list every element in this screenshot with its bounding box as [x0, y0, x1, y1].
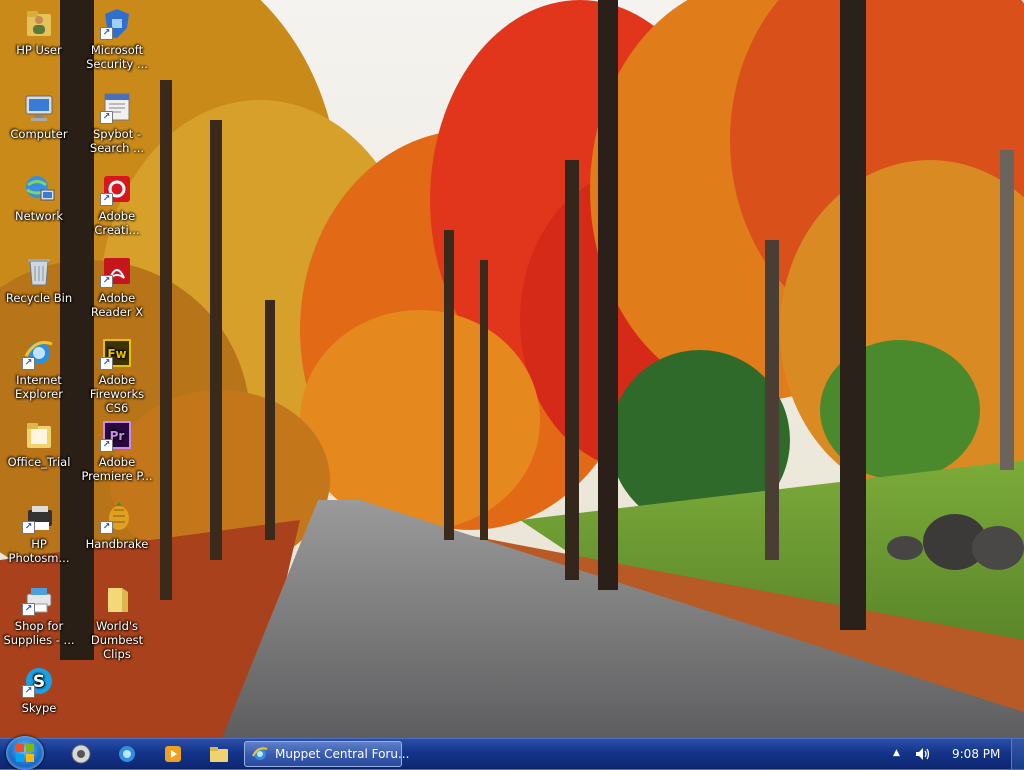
shortcut-arrow-icon: ↗	[100, 439, 113, 452]
desktop-icon-adobe-reader[interactable]: ↗ Adobe Reader X	[79, 250, 155, 319]
desktop-icon-label: Adobe Fireworks CS6	[89, 373, 145, 415]
ie-icon: ↗	[22, 336, 56, 370]
printer-icon: ↗	[22, 582, 56, 616]
quicklaunch-media-player-icon[interactable]	[162, 743, 184, 765]
desktop-icon-spybot[interactable]: ↗ Spybot - Search ...	[79, 86, 155, 155]
taskbar-window-title: Muppet Central Foru...	[275, 747, 410, 761]
desktop-icon-label: Recycle Bin	[5, 291, 73, 305]
desktop-icon-label: Handbrake	[85, 537, 149, 551]
ie-icon	[252, 747, 268, 760]
desktop-icon-label: Computer	[10, 127, 68, 141]
volume-icon[interactable]	[913, 745, 931, 763]
taskbar: Muppet Central Foru... ▲ 9:08 PM	[0, 736, 1024, 770]
desktop-icon-computer[interactable]: Computer	[1, 86, 77, 141]
computer-icon	[22, 90, 56, 124]
desktop-icon-label: Adobe Creati...	[94, 209, 140, 237]
desktop-icon-hp-photosmart[interactable]: ↗ HP Photosm...	[1, 496, 77, 565]
windows-logo-icon	[16, 744, 34, 762]
desktop-icon-label: Adobe Reader X	[90, 291, 144, 319]
folder-icon	[100, 582, 134, 616]
shortcut-arrow-icon: ↗	[22, 521, 35, 534]
quicklaunch-ie-icon[interactable]	[116, 743, 138, 765]
fireworks-icon: Fw ↗	[100, 336, 134, 370]
recycle-bin-icon	[22, 254, 56, 288]
system-clock[interactable]: 9:08 PM	[952, 747, 1000, 761]
desktop-icon-label: Skype	[21, 701, 57, 715]
handbrake-icon: ↗	[100, 500, 134, 534]
desktop-icon-label: Spybot - Search ...	[89, 127, 145, 155]
desktop-icon-adobe-premiere[interactable]: Pr ↗ Adobe Premiere P...	[79, 414, 155, 483]
desktop-icon-network[interactable]: Network	[1, 168, 77, 223]
desktop-icon-label: HP User	[16, 43, 62, 57]
quicklaunch-app-icon[interactable]	[70, 743, 92, 765]
premiere-icon: Pr ↗	[100, 418, 134, 452]
desktop-icon-label: Network	[14, 209, 64, 223]
folder-user-icon	[22, 6, 56, 40]
desktop-icon-label: Shop for Supplies - ...	[3, 619, 75, 647]
desktop-icon-label: World's Dumbest Clips	[90, 619, 144, 661]
desktop-icon-internet-explorer[interactable]: ↗ Internet Explorer	[1, 332, 77, 401]
desktop-icon-shop-for-supplies[interactable]: ↗ Shop for Supplies - ...	[1, 578, 77, 647]
desktop-icon-recycle-bin[interactable]: Recycle Bin	[1, 250, 77, 305]
shortcut-arrow-icon: ↗	[100, 275, 113, 288]
spybot-icon: ↗	[100, 90, 134, 124]
tray-expand-chevron-icon[interactable]: ▲	[893, 748, 903, 758]
show-desktop-button[interactable]	[1011, 739, 1024, 769]
taskbar-window-button[interactable]: Muppet Central Foru...	[244, 741, 409, 767]
start-button[interactable]	[6, 736, 44, 770]
desktop-icon-hp-user[interactable]: HP User	[1, 2, 77, 57]
adobe-cc-icon: ↗	[100, 172, 134, 206]
shield-icon: ↗	[100, 6, 134, 40]
shortcut-arrow-icon: ↗	[22, 603, 35, 616]
network-icon	[22, 172, 56, 206]
shortcut-arrow-icon: ↗	[22, 685, 35, 698]
shortcut-arrow-icon: ↗	[22, 357, 35, 370]
adobe-reader-icon: ↗	[100, 254, 134, 288]
desktop-icon-adobe-fireworks[interactable]: Fw ↗ Adobe Fireworks CS6	[79, 332, 155, 415]
hp-photosmart-icon: ↗	[22, 500, 56, 534]
desktop-icon-label: Internet Explorer	[15, 373, 63, 401]
desktop-icon-skype[interactable]: S ↗ Skype	[1, 660, 77, 715]
shortcut-arrow-icon: ↗	[100, 111, 113, 124]
skype-icon: S ↗	[22, 664, 56, 698]
shortcut-arrow-icon: ↗	[100, 193, 113, 206]
desktop-icon-label: Adobe Premiere P...	[81, 455, 153, 483]
desktop-icon-label: HP Photosm...	[8, 537, 70, 565]
desktop-icon-worlds-dumbest-clips[interactable]: World's Dumbest Clips	[79, 578, 155, 661]
desktop-icon-label: Office_Trial	[7, 455, 71, 469]
desktop-icon-handbrake[interactable]: ↗ Handbrake	[79, 496, 155, 551]
shortcut-arrow-icon: ↗	[100, 27, 113, 40]
shortcut-arrow-icon: ↗	[100, 521, 113, 534]
desktop-icon-microsoft-security[interactable]: ↗ Microsoft Security ...	[79, 2, 155, 71]
desktop-icon-office-trial[interactable]: Office_Trial	[1, 414, 77, 469]
desktop-icon-adobe-creative-cloud[interactable]: ↗ Adobe Creati...	[79, 168, 155, 237]
shortcut-arrow-icon: ↗	[100, 357, 113, 370]
quicklaunch-explorer-icon[interactable]	[208, 743, 230, 765]
desktop-icon-label: Microsoft Security ...	[86, 43, 148, 71]
folder-icon	[22, 418, 56, 452]
